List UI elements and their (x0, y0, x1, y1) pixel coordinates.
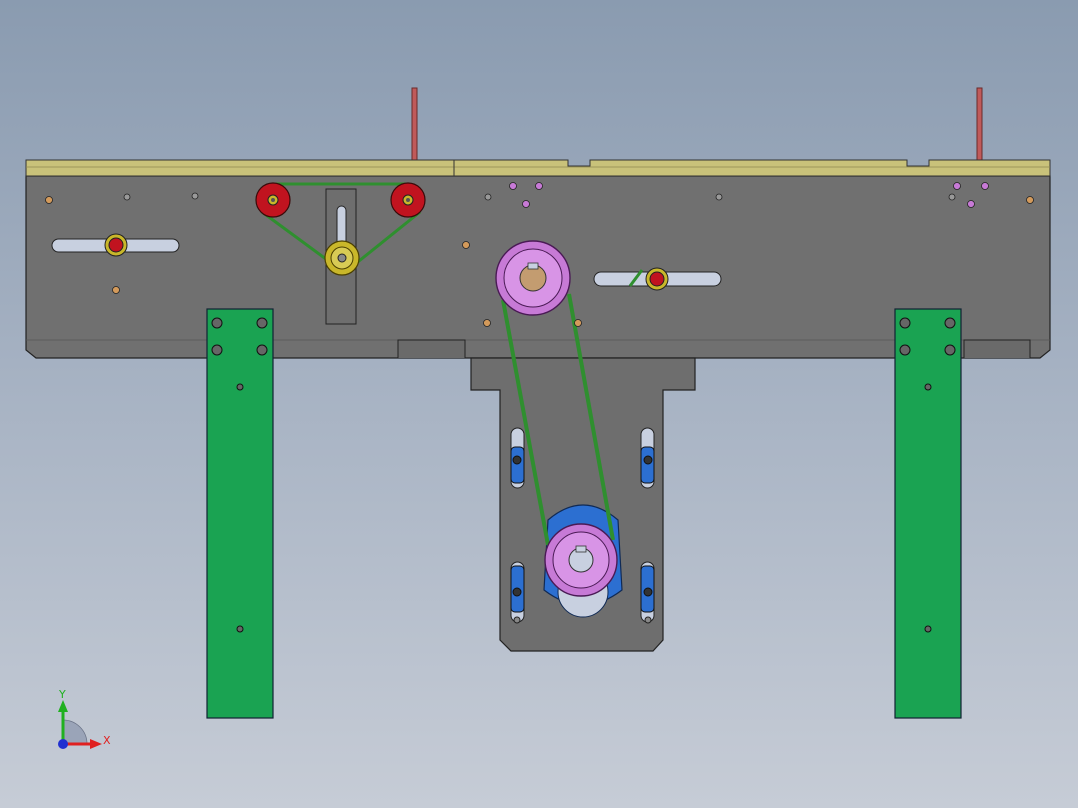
triad-plane (62, 719, 88, 745)
lower-drive-pulley (544, 523, 618, 597)
y-axis-label: Y (58, 688, 66, 701)
right-leg (894, 308, 962, 719)
left-rod (411, 87, 418, 163)
bracket-hole (513, 616, 521, 624)
top-strip (25, 159, 1051, 177)
left-leg (206, 308, 274, 719)
left-idler-pulley (255, 182, 291, 218)
bracket-hole (644, 616, 652, 624)
axis-triad: Y X (58, 688, 111, 749)
tension-pulley (324, 240, 360, 276)
right-idler-pulley (390, 182, 426, 218)
cad-model-drawing: Y X (25, 87, 1051, 749)
z-axis-dot (58, 739, 68, 749)
cad-viewport[interactable]: Y X (0, 0, 1078, 808)
rods (411, 87, 983, 163)
upper-drive-pulley (495, 240, 571, 316)
right-rod (976, 87, 983, 163)
x-axis-label: X (103, 734, 111, 747)
